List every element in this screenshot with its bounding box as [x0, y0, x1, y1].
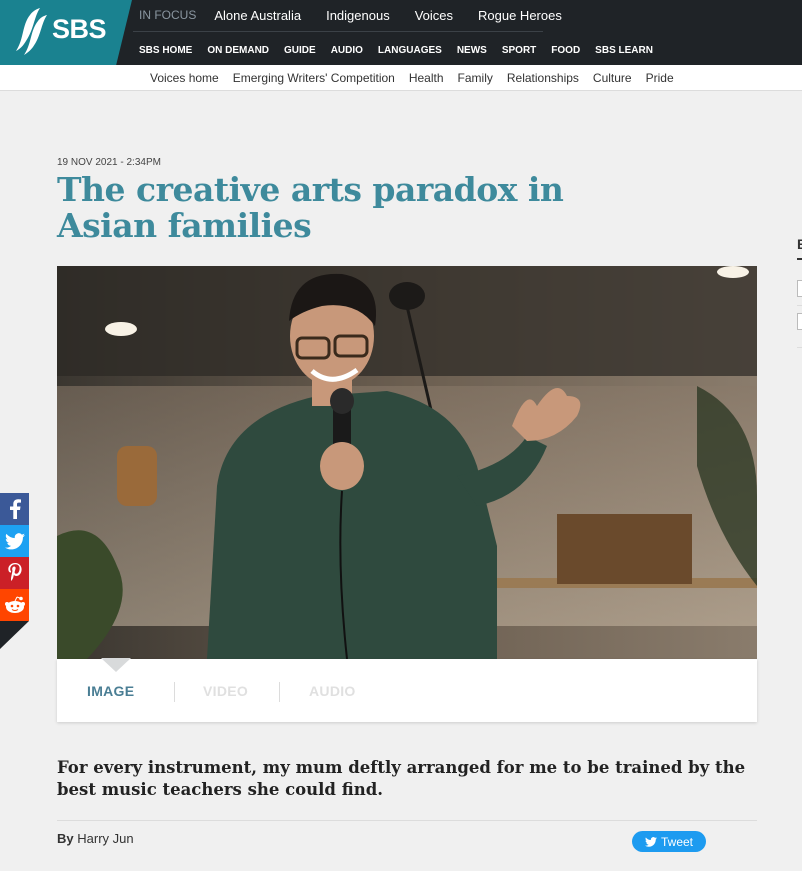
article-standfirst: For every instrument, my mum deftly arra…: [57, 758, 746, 799]
sidebar-rule: [797, 258, 802, 260]
hero-image[interactable]: [57, 266, 757, 659]
article-headline: The creative arts paradox in Asian famil…: [57, 170, 564, 245]
tweet-label: Tweet: [660, 834, 693, 849]
nav-sbs-learn[interactable]: SBS LEARN: [595, 45, 653, 56]
nav-languages[interactable]: LANGUAGES: [378, 45, 442, 56]
sidebar-divider: [797, 305, 802, 306]
focus-item-rogue-heroes[interactable]: Rogue Heroes: [478, 8, 562, 23]
tab-image[interactable]: IMAGE: [87, 683, 134, 699]
sbs-wave-icon: [16, 8, 47, 55]
share-twitter-button[interactable]: [0, 525, 29, 557]
nav-sbs-home[interactable]: SBS HOME: [139, 45, 192, 56]
active-tab-caret: [101, 658, 131, 672]
sidebar-divider: [797, 347, 802, 348]
subnav-voices-home[interactable]: Voices home: [150, 71, 219, 85]
nav-sport[interactable]: SPORT: [502, 45, 536, 56]
logo-text: SBS: [52, 14, 107, 44]
subnav-health[interactable]: Health: [409, 71, 444, 85]
nav-on-demand[interactable]: ON DEMAND: [207, 45, 269, 56]
nav-guide[interactable]: GUIDE: [284, 45, 316, 56]
sidebar-item[interactable]: [797, 280, 802, 297]
share-facebook-button[interactable]: [0, 493, 29, 525]
top-bar: SBS IN FOCUS Alone Australia Indigenous …: [0, 0, 802, 65]
share-reddit-button[interactable]: [0, 589, 29, 621]
tab-separator: [279, 682, 280, 702]
twitter-icon: [4, 532, 25, 549]
share-rail-tail: [0, 621, 29, 649]
subnav-relationships[interactable]: Relationships: [507, 71, 579, 85]
subnav-emerging-writers[interactable]: Emerging Writers' Competition: [233, 71, 395, 85]
tab-separator: [174, 682, 175, 702]
byline: By Harry Jun: [57, 831, 134, 846]
nav-news[interactable]: NEWS: [457, 45, 487, 56]
in-focus-row: IN FOCUS Alone Australia Indigenous Voic…: [139, 6, 587, 24]
main-nav: SBS HOME ON DEMAND GUIDE AUDIO LANGUAGES…: [139, 43, 668, 57]
nav-audio[interactable]: AUDIO: [331, 45, 363, 56]
hero-photo: [57, 266, 757, 659]
sidebar-heading: E: [797, 236, 802, 252]
subnav-culture[interactable]: Culture: [593, 71, 632, 85]
in-focus-label: IN FOCUS: [139, 8, 197, 22]
tab-video[interactable]: VIDEO: [203, 683, 248, 699]
reddit-icon: [4, 596, 25, 613]
tweet-button[interactable]: Tweet: [632, 831, 706, 852]
article-date: 19 NOV 2021 - 2:34PM: [57, 157, 161, 168]
sub-nav: Voices home Emerging Writers' Competitio…: [0, 65, 802, 91]
byline-divider: [57, 820, 757, 821]
share-rail: [0, 493, 29, 649]
focus-item-indigenous[interactable]: Indigenous: [326, 8, 390, 23]
pinterest-icon: [7, 563, 22, 581]
media-tabs: IMAGE VIDEO AUDIO: [57, 658, 757, 722]
header-divider: [133, 31, 543, 32]
share-pinterest-button[interactable]: [0, 557, 29, 589]
author-name[interactable]: Harry Jun: [77, 831, 133, 846]
subnav-pride[interactable]: Pride: [646, 71, 674, 85]
nav-food[interactable]: FOOD: [551, 45, 580, 56]
subnav-family[interactable]: Family: [458, 71, 493, 85]
tab-audio[interactable]: AUDIO: [309, 683, 356, 699]
facebook-icon: [9, 499, 21, 519]
sbs-logo[interactable]: SBS: [0, 0, 132, 65]
twitter-icon: [644, 836, 657, 847]
sidebar-item[interactable]: [797, 313, 802, 330]
byline-prefix: By: [57, 831, 74, 846]
focus-item-voices[interactable]: Voices: [415, 8, 453, 23]
focus-item-alone-australia[interactable]: Alone Australia: [214, 8, 301, 23]
